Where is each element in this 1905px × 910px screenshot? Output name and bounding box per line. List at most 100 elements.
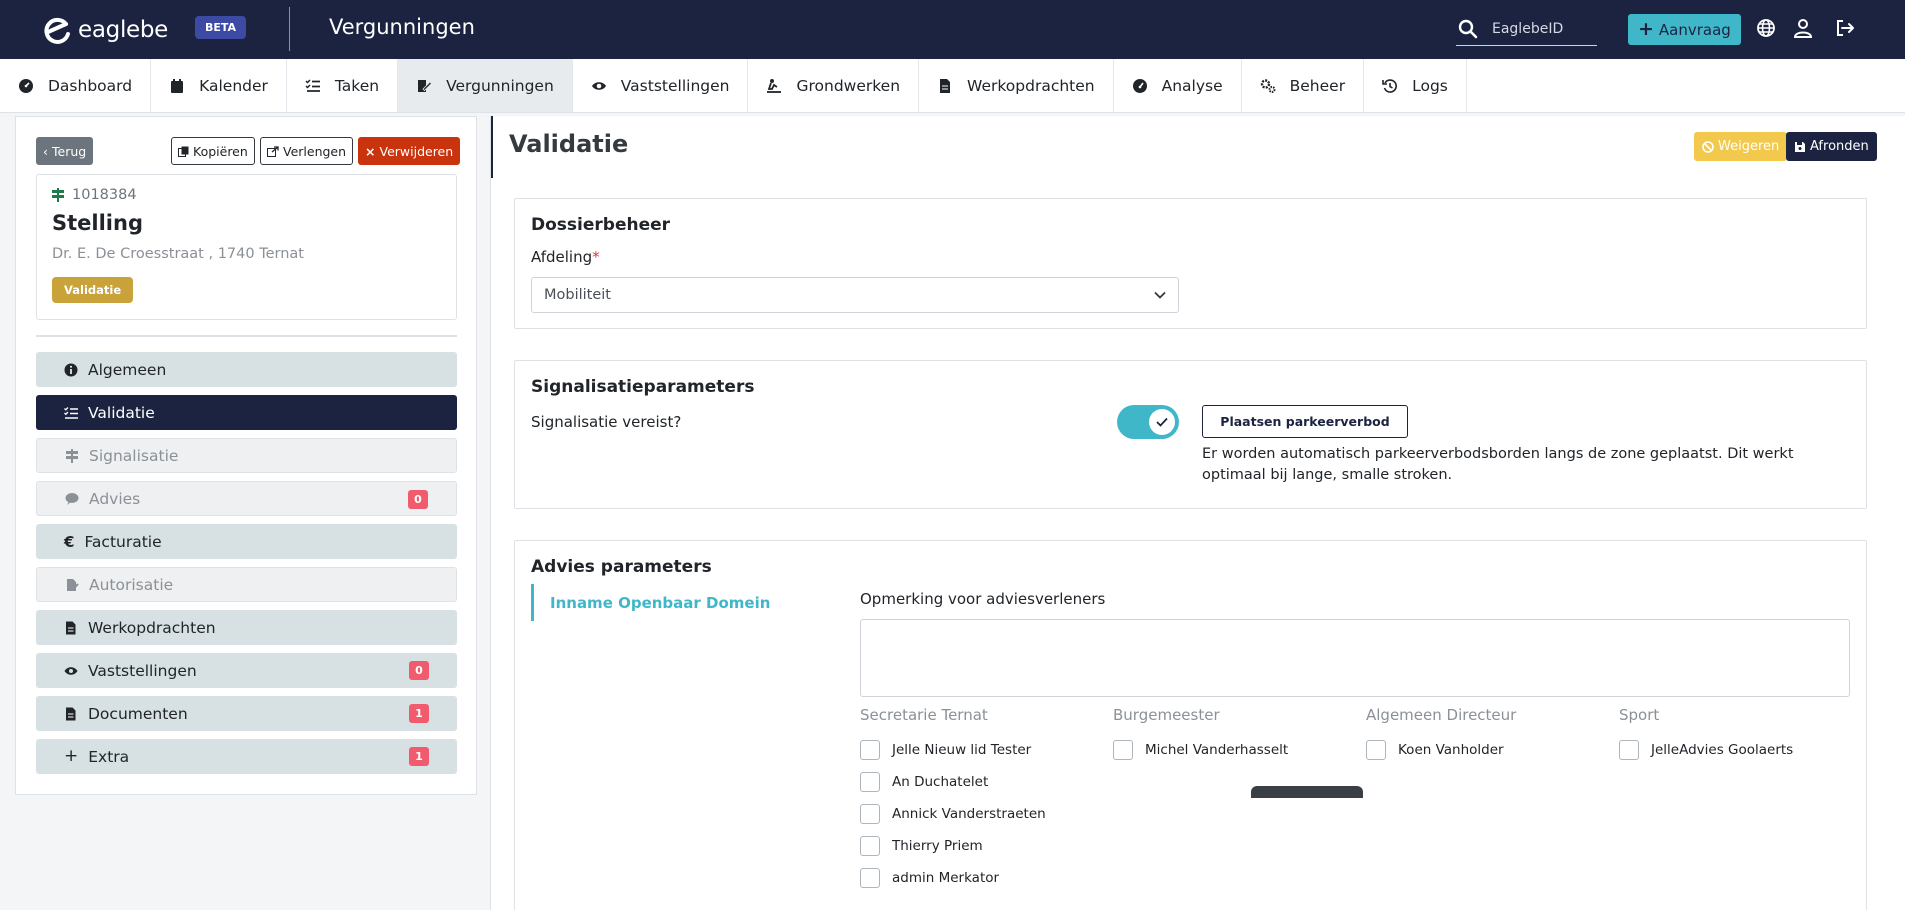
menu-label: Extra <box>88 747 130 766</box>
menu-label: Validatie <box>88 403 155 422</box>
advisor-row[interactable]: An Duchatelet <box>860 766 1110 798</box>
file-signature-icon <box>67 578 79 591</box>
advies-group-sport: Sport JelleAdvies Goolaerts <box>1619 706 1869 766</box>
search-icon[interactable] <box>1458 19 1478 39</box>
logout-icon[interactable] <box>1834 17 1856 39</box>
topbar-divider <box>289 7 290 51</box>
menu-label: Algemeen <box>88 360 167 379</box>
menu-item-validatie[interactable]: Validatie <box>36 395 457 430</box>
nav-item-beheer[interactable]: Beheer <box>1242 59 1365 112</box>
group-title: Algemeen Directeur <box>1366 706 1517 724</box>
close-icon: × <box>365 143 376 159</box>
title-accent <box>491 116 493 178</box>
kopieren-button[interactable]: Kopiëren <box>171 137 255 165</box>
nav-item-vaststellingen[interactable]: Vaststellingen <box>573 59 749 112</box>
advisor-checkbox[interactable] <box>1113 740 1133 760</box>
advisor-name: Annick Vanderstraeten <box>892 806 1046 822</box>
menu-item-vaststellingen[interactable]: Vaststellingen 0 <box>36 653 457 688</box>
status-badge: Validatie <box>52 277 134 303</box>
nav-item-taken[interactable]: Taken <box>287 59 399 112</box>
menu-item-extra[interactable]: + Extra 1 <box>36 739 457 774</box>
search-box <box>1456 15 1597 46</box>
nav-item-logs[interactable]: Logs <box>1364 59 1467 112</box>
file-icon <box>66 621 76 634</box>
advisor-row[interactable]: JelleAdvies Goolaerts <box>1619 734 1869 766</box>
advisor-checkbox[interactable] <box>1366 740 1386 760</box>
dossierbeheer-card: Dossierbeheer Afdeling* Mobiliteit <box>514 198 1867 329</box>
terug-button[interactable]: ‹ Terug <box>36 137 94 165</box>
check-icon <box>1156 417 1168 427</box>
afronden-button[interactable]: Afronden <box>1786 132 1877 161</box>
nav-item-werkopdrachten[interactable]: Werkopdrachten <box>919 59 1114 112</box>
verlengen-button[interactable]: Verlengen <box>260 137 354 165</box>
eaglebe-logo-icon <box>44 17 70 44</box>
advisor-checkbox[interactable] <box>860 772 880 792</box>
weigeren-button[interactable]: Weigeren <box>1694 132 1788 161</box>
nav-label: Taken <box>334 76 380 95</box>
advisor-checkbox[interactable] <box>1619 740 1639 760</box>
advies-group-directeur: Algemeen Directeur Koen Vanholder <box>1366 706 1616 766</box>
group-title: Burgemeester <box>1113 706 1220 724</box>
eaglebe-logo[interactable]: eaglebe <box>42 15 168 45</box>
menu-item-signalisatie[interactable]: Signalisatie <box>36 438 457 473</box>
verlengen-label: Verlengen <box>283 143 347 159</box>
advisor-row[interactable]: admin Merkator <box>860 862 1110 894</box>
top-bar: eaglebe BETA Vergunningen + Aanvraag <box>0 0 1905 59</box>
nav-label: Grondwerken <box>796 76 901 95</box>
advisor-row[interactable]: Thierry Priem <box>860 830 1110 862</box>
advisor-name: Jelle Nieuw lid Tester <box>892 742 1032 758</box>
advisor-row[interactable]: Koen Vanholder <box>1366 734 1616 766</box>
menu-item-facturatie[interactable]: € Facturatie <box>36 524 457 559</box>
menu-label: Signalisatie <box>89 446 179 465</box>
verwijderen-button[interactable]: × Verwijderen <box>358 137 461 165</box>
nav-item-vergunningen[interactable]: Vergunningen <box>398 59 573 112</box>
app-title: Vergunningen <box>329 15 475 39</box>
offscreen-button[interactable] <box>1251 786 1363 798</box>
afdeling-select[interactable]: Mobiliteit <box>531 277 1179 313</box>
menu-item-advies[interactable]: Advies 0 <box>36 481 457 516</box>
card-title: Dossierbeheer <box>531 215 671 235</box>
cogs-icon <box>1260 78 1276 93</box>
history-icon <box>1382 78 1398 93</box>
advisor-row[interactable]: Jelle Nieuw lid Tester <box>860 734 1110 766</box>
advisor-checkbox[interactable] <box>860 836 880 856</box>
advies-group-burgemeester: Burgemeester Michel Vanderhasselt <box>1113 706 1363 766</box>
nav-item-analyse[interactable]: Analyse <box>1114 59 1242 112</box>
verwijderen-label: Verwijderen <box>379 143 454 159</box>
globe-icon[interactable] <box>1755 17 1777 39</box>
advisor-row[interactable]: Annick Vanderstraeten <box>860 798 1110 830</box>
nav-label: Analyse <box>1161 76 1223 95</box>
menu-item-werkopdrachten[interactable]: Werkopdrachten <box>36 610 457 645</box>
parkeerverbod-button[interactable]: Plaatsen parkeerverbod <box>1202 405 1408 438</box>
card-title: Signalisatieparameters <box>531 377 755 397</box>
count-badge: 1 <box>409 704 429 723</box>
menu-item-algemeen[interactable]: Algemeen <box>36 352 457 387</box>
nav-label: Logs <box>1412 76 1448 95</box>
aanvraag-button[interactable]: + Aanvraag <box>1628 14 1741 45</box>
main-content: Validatie Weigeren Afronden Dossierbehee… <box>490 116 1905 910</box>
ban-icon <box>1702 140 1714 153</box>
search-input[interactable] <box>1492 18 1592 40</box>
user-icon[interactable] <box>1792 17 1814 39</box>
menu-item-autorisatie[interactable]: Autorisatie <box>36 567 457 602</box>
advisor-checkbox[interactable] <box>860 868 880 888</box>
tab-inname-openbaar-domein[interactable]: Inname Openbaar Domein <box>531 584 770 621</box>
nav-label: Vergunningen <box>446 76 554 95</box>
nav-item-kalender[interactable]: Kalender <box>151 59 287 112</box>
menu-label: Documenten <box>88 704 188 723</box>
opmerking-label: Opmerking voor adviesverleners <box>860 590 1106 608</box>
permit-title: Stelling <box>52 211 143 235</box>
signalisatie-question: Signalisatie vereist? <box>531 413 682 431</box>
signalisatie-toggle[interactable] <box>1117 405 1179 439</box>
advisor-checkbox[interactable] <box>860 804 880 824</box>
main-nav: Dashboard Kalender Taken Vergunningen Va… <box>0 59 1905 113</box>
advisor-row[interactable]: Michel Vanderhasselt <box>1113 734 1363 766</box>
save-icon <box>1795 141 1805 152</box>
menu-label: Autorisatie <box>89 575 174 594</box>
advisor-checkbox[interactable] <box>860 740 880 760</box>
nav-item-dashboard[interactable]: Dashboard <box>0 59 152 112</box>
menu-item-documenten[interactable]: Documenten 1 <box>36 696 457 731</box>
nav-item-grondwerken[interactable]: Grondwerken <box>748 59 920 112</box>
opmerking-textarea[interactable] <box>860 619 1850 697</box>
menu-label: Werkopdrachten <box>88 618 216 637</box>
